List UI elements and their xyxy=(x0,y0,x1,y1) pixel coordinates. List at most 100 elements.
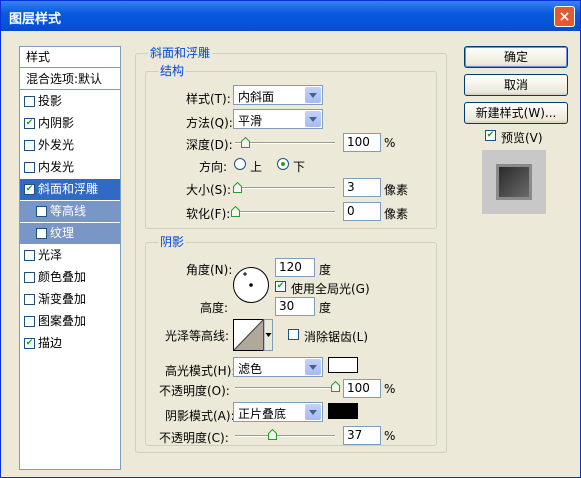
anti-aliased-label: 消除锯齿(L) xyxy=(304,330,369,344)
chevron-down-icon[interactable] xyxy=(305,87,321,103)
size-slider-thumb[interactable] xyxy=(233,182,242,193)
new-style-button[interactable]: 新建样式(W)... xyxy=(464,102,568,124)
close-button[interactable]: × xyxy=(554,6,575,27)
check-icon: ✔ xyxy=(25,184,34,194)
chevron-down-icon[interactable] xyxy=(305,404,321,420)
soften-slider[interactable] xyxy=(235,211,335,213)
shadow-opacity-slider[interactable] xyxy=(235,435,335,437)
style-label: 样式(T): xyxy=(186,92,231,106)
sidebar-blend-options[interactable]: 混合选项:默认 xyxy=(20,69,120,90)
depth-label: 深度(D): xyxy=(186,138,233,152)
sidebar-item-1[interactable]: 投影 xyxy=(20,91,120,112)
depth-input[interactable]: 100 xyxy=(343,133,381,152)
sidebar-item-checkbox[interactable] xyxy=(24,294,35,305)
sidebar-item-10[interactable]: 渐变叠加 xyxy=(20,289,120,310)
sidebar-item-checkbox[interactable] xyxy=(36,228,47,239)
sidebar-item-checkbox[interactable] xyxy=(24,316,35,327)
size-slider[interactable] xyxy=(235,187,335,189)
depth-unit: % xyxy=(384,136,396,150)
shadow-color-swatch[interactable] xyxy=(328,403,358,419)
highlight-opacity-unit: % xyxy=(384,382,396,396)
technique-select[interactable]: 平滑 xyxy=(233,109,323,129)
shadow-mode-select[interactable]: 正片叠底 xyxy=(233,402,323,422)
sidebar-item-label: 内发光 xyxy=(38,160,75,174)
sidebar-item-label: 光泽 xyxy=(38,248,63,262)
global-light-checkbox[interactable]: ✔ xyxy=(275,281,286,292)
sidebar-item-checkbox[interactable] xyxy=(24,96,35,107)
shadow-mode-value: 正片叠底 xyxy=(238,407,287,421)
technique-select-value: 平滑 xyxy=(238,114,263,128)
sidebar-item-checkbox[interactable]: ✔ xyxy=(24,184,35,195)
soften-unit: 像素 xyxy=(384,207,409,221)
highlight-opacity-slider-thumb[interactable] xyxy=(331,381,340,392)
sidebar-item-12[interactable]: ✔ 描边 xyxy=(20,333,120,354)
preview-checkbox[interactable]: ✔ xyxy=(485,130,496,141)
depth-slider-thumb[interactable] xyxy=(241,137,250,148)
global-light-label: 使用全局光(G) xyxy=(291,282,370,296)
sidebar-item-9[interactable]: 颜色叠加 xyxy=(20,267,120,288)
soften-slider-thumb[interactable] xyxy=(231,206,240,217)
altitude-input[interactable]: 30 xyxy=(275,297,315,316)
styles-sidebar: 样式 混合选项:默认 投影 ✔ 内阴影 外发光 内发光 ✔ 斜面和浮雕 等高线 纹理 光泽 颜色叠加… xyxy=(19,46,121,470)
gloss-contour-picker[interactable] xyxy=(233,319,273,351)
direction-up-label: 上 xyxy=(250,160,263,174)
soften-input[interactable]: 0 xyxy=(343,202,381,221)
soften-label: 软化(F): xyxy=(186,207,231,221)
size-label: 大小(S): xyxy=(186,183,232,197)
sidebar-item-7[interactable]: 纹理 xyxy=(20,223,120,244)
style-select-value: 内斜面 xyxy=(238,90,275,104)
check-icon: ✔ xyxy=(276,281,285,291)
gloss-contour-label: 光泽等高线: xyxy=(165,329,230,343)
sidebar-item-11[interactable]: 图案叠加 xyxy=(20,311,120,332)
structure-title: 结构 xyxy=(158,62,187,79)
sidebar-item-checkbox[interactable] xyxy=(24,140,35,151)
cancel-button[interactable]: 取消 xyxy=(464,74,568,96)
shadow-opacity-input[interactable]: 37 xyxy=(343,426,381,445)
highlight-color-swatch[interactable] xyxy=(328,357,358,373)
highlight-opacity-slider[interactable] xyxy=(235,387,335,389)
sidebar-item-label: 内阴影 xyxy=(38,116,75,130)
sidebar-item-checkbox[interactable] xyxy=(24,162,35,173)
sidebar-item-3[interactable]: 外发光 xyxy=(20,135,120,156)
direction-down-radio[interactable] xyxy=(277,158,289,170)
altitude-unit: 度 xyxy=(319,301,332,315)
sidebar-item-checkbox[interactable] xyxy=(24,272,35,283)
window-title: 图层样式 xyxy=(9,12,62,27)
sidebar-item-checkbox[interactable] xyxy=(24,250,35,261)
depth-slider[interactable] xyxy=(235,142,335,144)
sidebar-item-checkbox[interactable]: ✔ xyxy=(24,338,35,349)
sidebar-item-2[interactable]: ✔ 内阴影 xyxy=(20,113,120,134)
highlight-opacity-label: 不透明度(O): xyxy=(159,384,230,398)
title-bar[interactable]: 图层样式 × xyxy=(1,1,580,31)
direction-label: 方向: xyxy=(199,160,228,174)
shadow-opacity-slider-thumb[interactable] xyxy=(268,429,277,440)
highlight-opacity-input[interactable]: 100 xyxy=(343,379,381,398)
sidebar-item-checkbox[interactable] xyxy=(36,206,47,217)
style-select[interactable]: 内斜面 xyxy=(233,85,323,105)
sidebar-item-checkbox[interactable]: ✔ xyxy=(24,118,35,129)
sidebar-header-styles[interactable]: 样式 xyxy=(20,47,120,68)
technique-label: 方法(Q): xyxy=(186,116,233,130)
check-icon: ✔ xyxy=(486,130,495,140)
angle-dial[interactable] xyxy=(232,266,270,304)
chevron-down-icon[interactable] xyxy=(305,111,321,127)
sidebar-item-label: 图案叠加 xyxy=(38,314,87,328)
sidebar-item-label: 描边 xyxy=(38,336,63,350)
sidebar-item-8[interactable]: 光泽 xyxy=(20,245,120,266)
size-input[interactable]: 3 xyxy=(343,178,381,197)
size-unit: 像素 xyxy=(384,183,409,197)
sidebar-item-label: 等高线 xyxy=(50,204,87,218)
sidebar-item-6[interactable]: 等高线 xyxy=(20,201,120,222)
chevron-down-icon[interactable] xyxy=(305,359,321,375)
highlight-mode-select[interactable]: 滤色 xyxy=(233,357,323,377)
angle-input[interactable]: 120 xyxy=(275,258,315,277)
sidebar-item-5[interactable]: ✔ 斜面和浮雕 xyxy=(20,179,120,200)
sidebar-item-label: 斜面和浮雕 xyxy=(38,182,99,196)
sidebar-item-4[interactable]: 内发光 xyxy=(20,157,120,178)
layer-style-dialog: 图层样式 × 样式 混合选项:默认 投影 ✔ 内阴影 外发光 内发光 ✔ 斜面和浮雕 等高线纹… xyxy=(0,0,581,478)
direction-up-radio[interactable] xyxy=(234,158,246,170)
anti-aliased-checkbox[interactable] xyxy=(288,329,299,340)
ok-button[interactable]: 确定 xyxy=(464,46,568,68)
highlight-mode-label: 高光模式(H): xyxy=(165,364,236,378)
preview-label: 预览(V) xyxy=(501,131,543,145)
